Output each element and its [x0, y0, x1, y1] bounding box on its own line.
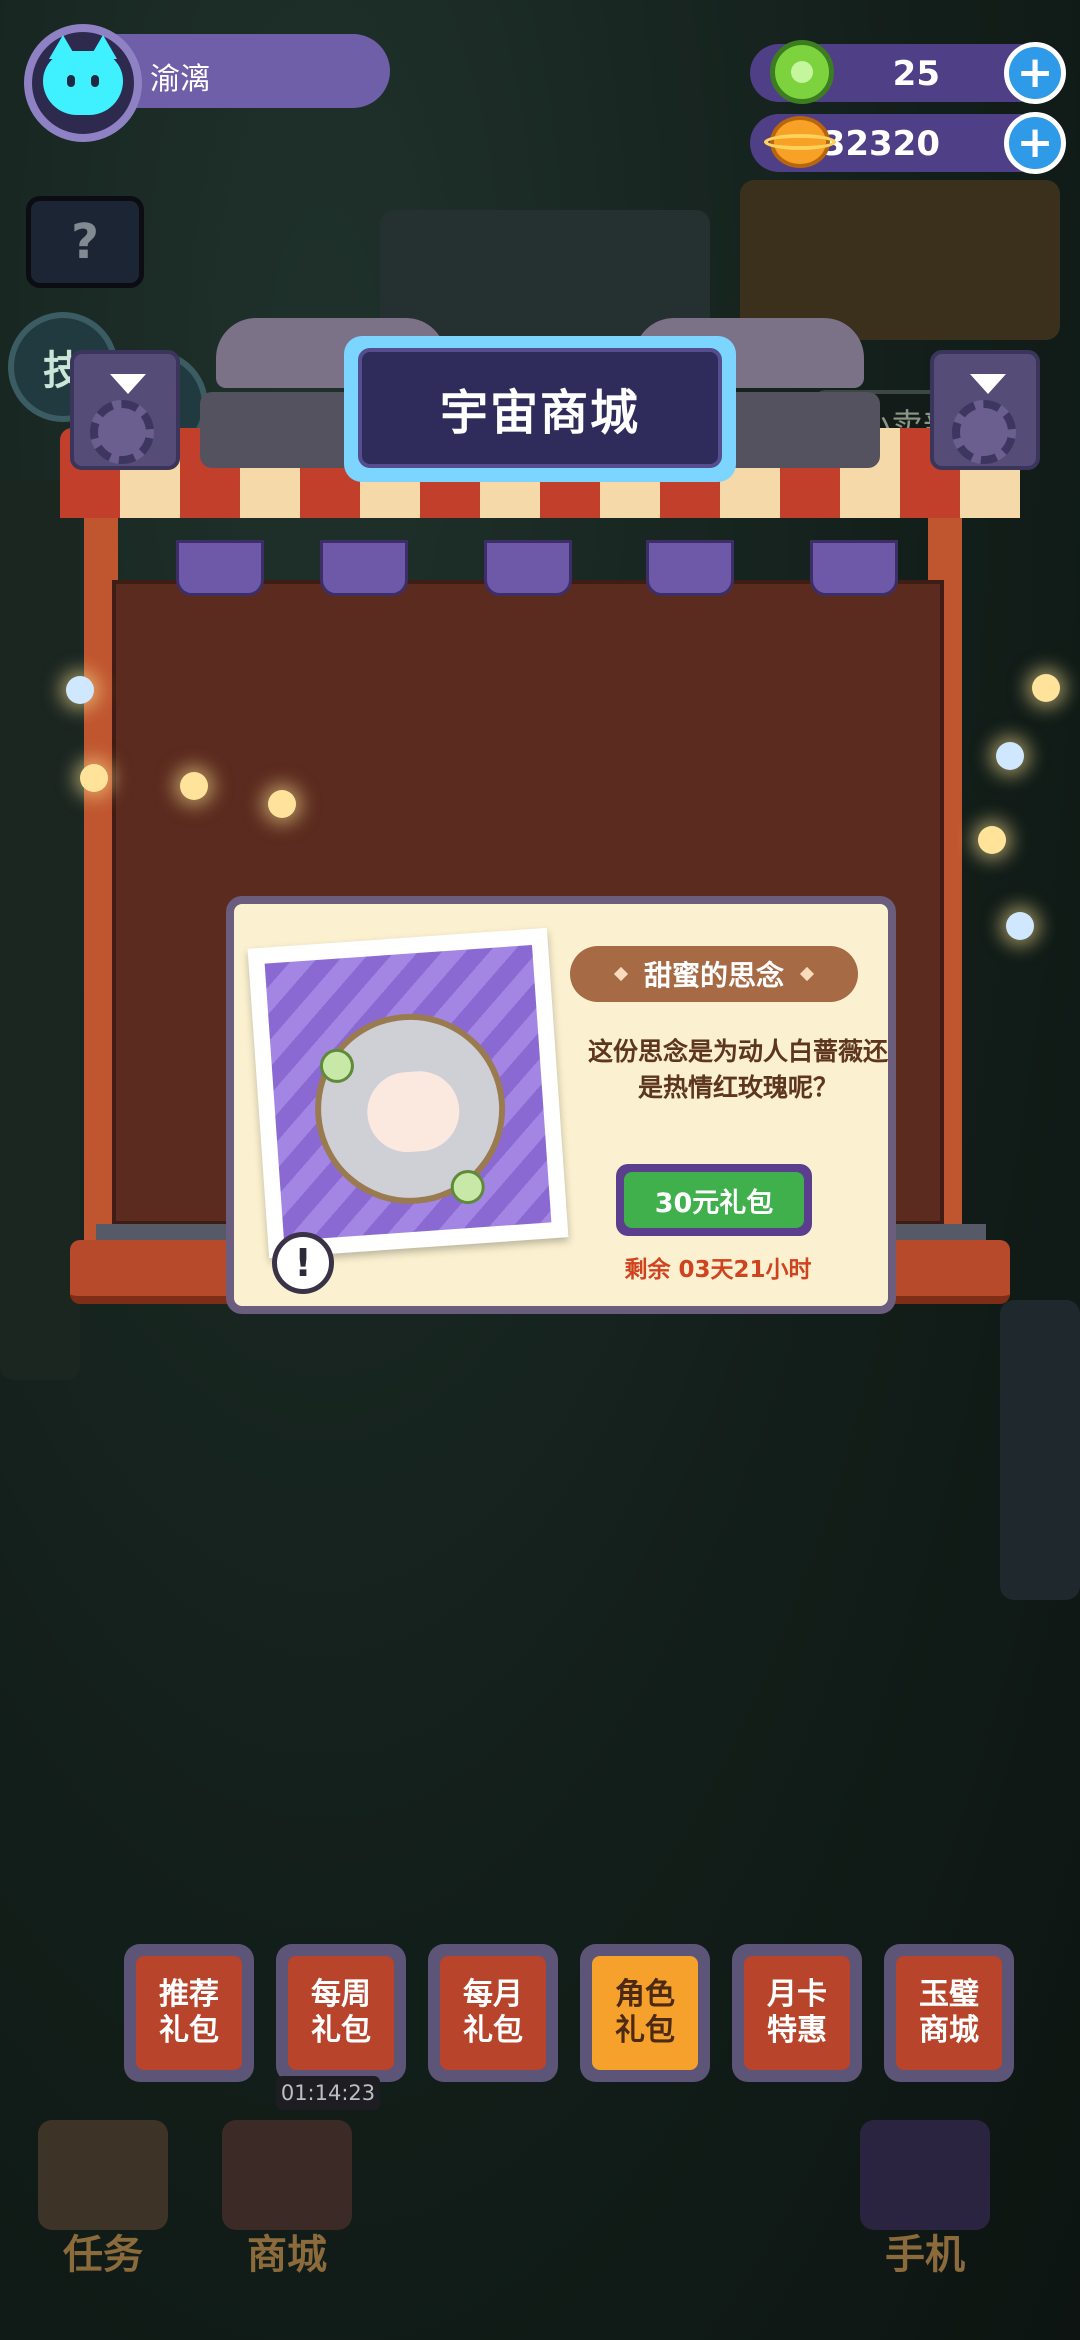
- nav-shop[interactable]: 商城: [202, 2110, 372, 2280]
- item-title-text: 甜蜜的思念: [643, 959, 784, 992]
- awning-flag: [176, 540, 264, 596]
- photo-background: [264, 944, 552, 1242]
- shop-house-icon: [222, 2120, 352, 2230]
- nav-label: 任务: [63, 2232, 143, 2278]
- awning-flag: [320, 540, 408, 596]
- tab-label: 推荐 礼包: [136, 1956, 242, 2070]
- tab-recommended[interactable]: 推荐 礼包: [124, 1944, 254, 2082]
- tab-label: 每周 礼包: [288, 1956, 394, 2070]
- tab-jade-shop[interactable]: 玉璧 商城: [884, 1944, 1014, 2082]
- buy-button-label: 30元礼包: [624, 1172, 804, 1228]
- gear-left-icon: [90, 400, 154, 464]
- string-light: [268, 790, 296, 818]
- tab-label: 月卡 特惠: [744, 1956, 850, 2070]
- string-light: [80, 764, 108, 792]
- tab-weekly[interactable]: 每周 礼包: [276, 1944, 406, 2082]
- remaining-time: 剩余 03天21小时: [624, 1257, 812, 1283]
- add-coin-button[interactable]: +: [1004, 112, 1066, 174]
- item-description: 这份思念是为动人白蔷薇还是热情红玫瑰呢？: [588, 1037, 889, 1102]
- alert-icon[interactable]: !: [272, 1232, 334, 1294]
- string-light: [1006, 912, 1034, 940]
- string-light: [1032, 674, 1060, 702]
- character-photo[interactable]: [247, 927, 569, 1259]
- player-name: 渝漓: [150, 62, 210, 97]
- gem-icon: [770, 40, 834, 104]
- gem-count: 25: [892, 54, 940, 94]
- string-light: [66, 676, 94, 704]
- tab-label: 每月 礼包: [440, 1956, 546, 2070]
- string-light: [996, 742, 1024, 770]
- awning-flag: [646, 540, 734, 596]
- diamond-icon: [799, 966, 815, 982]
- awning-flag: [810, 540, 898, 596]
- tab-character[interactable]: 角色 礼包: [580, 1944, 710, 2082]
- tab-monthly[interactable]: 每月 礼包: [428, 1944, 558, 2082]
- coin-icon: [764, 112, 836, 172]
- awning-flag: [484, 540, 572, 596]
- nav-label: 商城: [247, 2232, 327, 2278]
- gear-right-icon: [952, 400, 1016, 464]
- string-light: [180, 772, 208, 800]
- shop-title: 宇宙商城: [358, 348, 722, 468]
- task-book-icon: [38, 2120, 168, 2230]
- tab-label: 玉璧 商城: [896, 1956, 1002, 2070]
- rose-icon: [449, 1168, 486, 1206]
- phone-icon: [860, 2120, 990, 2230]
- avatar[interactable]: [24, 24, 142, 142]
- tab-monthly-card[interactable]: 月卡 特惠: [732, 1944, 862, 2082]
- item-title: 甜蜜的思念: [570, 946, 858, 1002]
- nav-phone[interactable]: 手机: [840, 2110, 1010, 2280]
- alert-mark: !: [294, 1241, 312, 1285]
- cat-avatar-icon: [43, 35, 123, 115]
- nav-label: 手机: [885, 2232, 965, 2278]
- string-light: [978, 826, 1006, 854]
- nav-tasks[interactable]: 任务: [18, 2110, 188, 2280]
- add-gem-button[interactable]: +: [1004, 42, 1066, 104]
- buy-button[interactable]: 30元礼包: [616, 1164, 812, 1236]
- coin-count: 32320: [821, 124, 940, 164]
- diamond-icon: [613, 966, 629, 982]
- shop-timer: 01:14:23: [276, 2076, 380, 2110]
- tab-label: 角色 礼包: [592, 1956, 698, 2070]
